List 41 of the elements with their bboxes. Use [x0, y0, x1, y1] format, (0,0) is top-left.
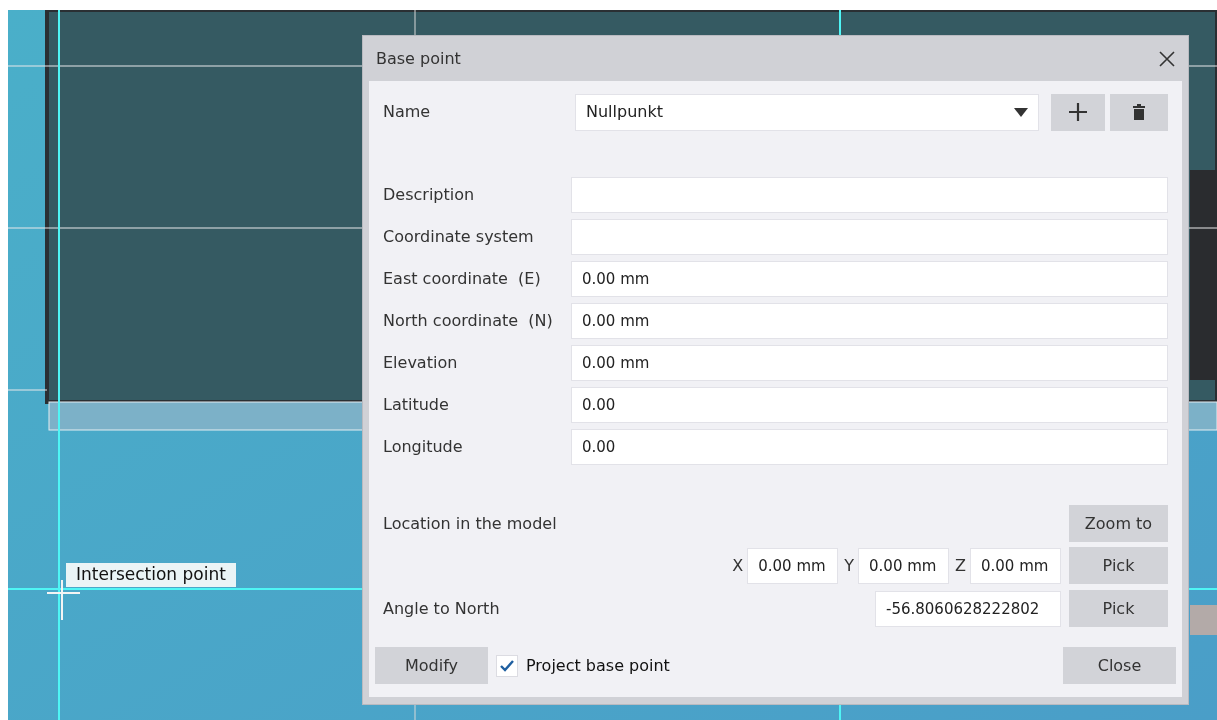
field-label: Elevation	[383, 352, 459, 374]
input-field[interactable]: 0.00 mm	[747, 547, 839, 584]
input-field[interactable]: 0.00	[571, 387, 1168, 423]
tooltip: Intersection point	[66, 563, 236, 587]
field-label: Longitude	[383, 436, 464, 458]
close-button[interactable]: Close	[1063, 647, 1176, 684]
checkbox[interactable]	[496, 654, 518, 677]
input-field[interactable]: 0.00 mm	[571, 303, 1168, 339]
add-button[interactable]	[1050, 93, 1106, 131]
input-field[interactable]: 0.00 mm	[571, 345, 1168, 381]
input-field[interactable]: -56.8060628222802	[875, 590, 1061, 627]
input-field[interactable]: 0.00	[571, 429, 1168, 465]
check-icon	[500, 659, 514, 672]
close-icon[interactable]	[1159, 50, 1175, 67]
field-label: Description	[383, 184, 476, 206]
pick-button[interactable]: Pick	[1069, 547, 1168, 584]
field-label: Angle to North	[383, 597, 500, 620]
axis-label: Z	[955, 554, 966, 577]
input-field[interactable]	[571, 177, 1168, 213]
field-label: East coordinate (E)	[383, 268, 542, 290]
checkbox-label: Project base point	[526, 654, 670, 677]
field-label: Coordinate system	[383, 226, 535, 248]
dropdown-caret-icon	[1013, 107, 1028, 117]
pick-button[interactable]: Pick	[1069, 590, 1168, 627]
trash-icon	[1133, 104, 1146, 120]
input-field[interactable]	[571, 219, 1168, 255]
field-label: North coordinate (N)	[383, 310, 554, 332]
field-label: Name	[383, 101, 432, 123]
input-field[interactable]: 0.00 mm	[970, 547, 1061, 584]
field-label: Latitude	[383, 394, 450, 416]
field-label: Location in the model	[383, 512, 557, 535]
window-title: Base point	[376, 47, 461, 70]
axis-label: Y	[844, 554, 855, 577]
zoom-to-button[interactable]: Zoom to	[1069, 505, 1168, 542]
name-dropdown[interactable]: Nullpunkt	[575, 93, 1039, 131]
delete-button[interactable]	[1110, 93, 1168, 131]
plus-icon	[1068, 103, 1087, 121]
axis-label: X	[732, 554, 744, 577]
input-field[interactable]: 0.00 mm	[858, 547, 950, 584]
input-field[interactable]: 0.00 mm	[571, 261, 1168, 297]
modify-button[interactable]: Modify	[375, 647, 488, 684]
